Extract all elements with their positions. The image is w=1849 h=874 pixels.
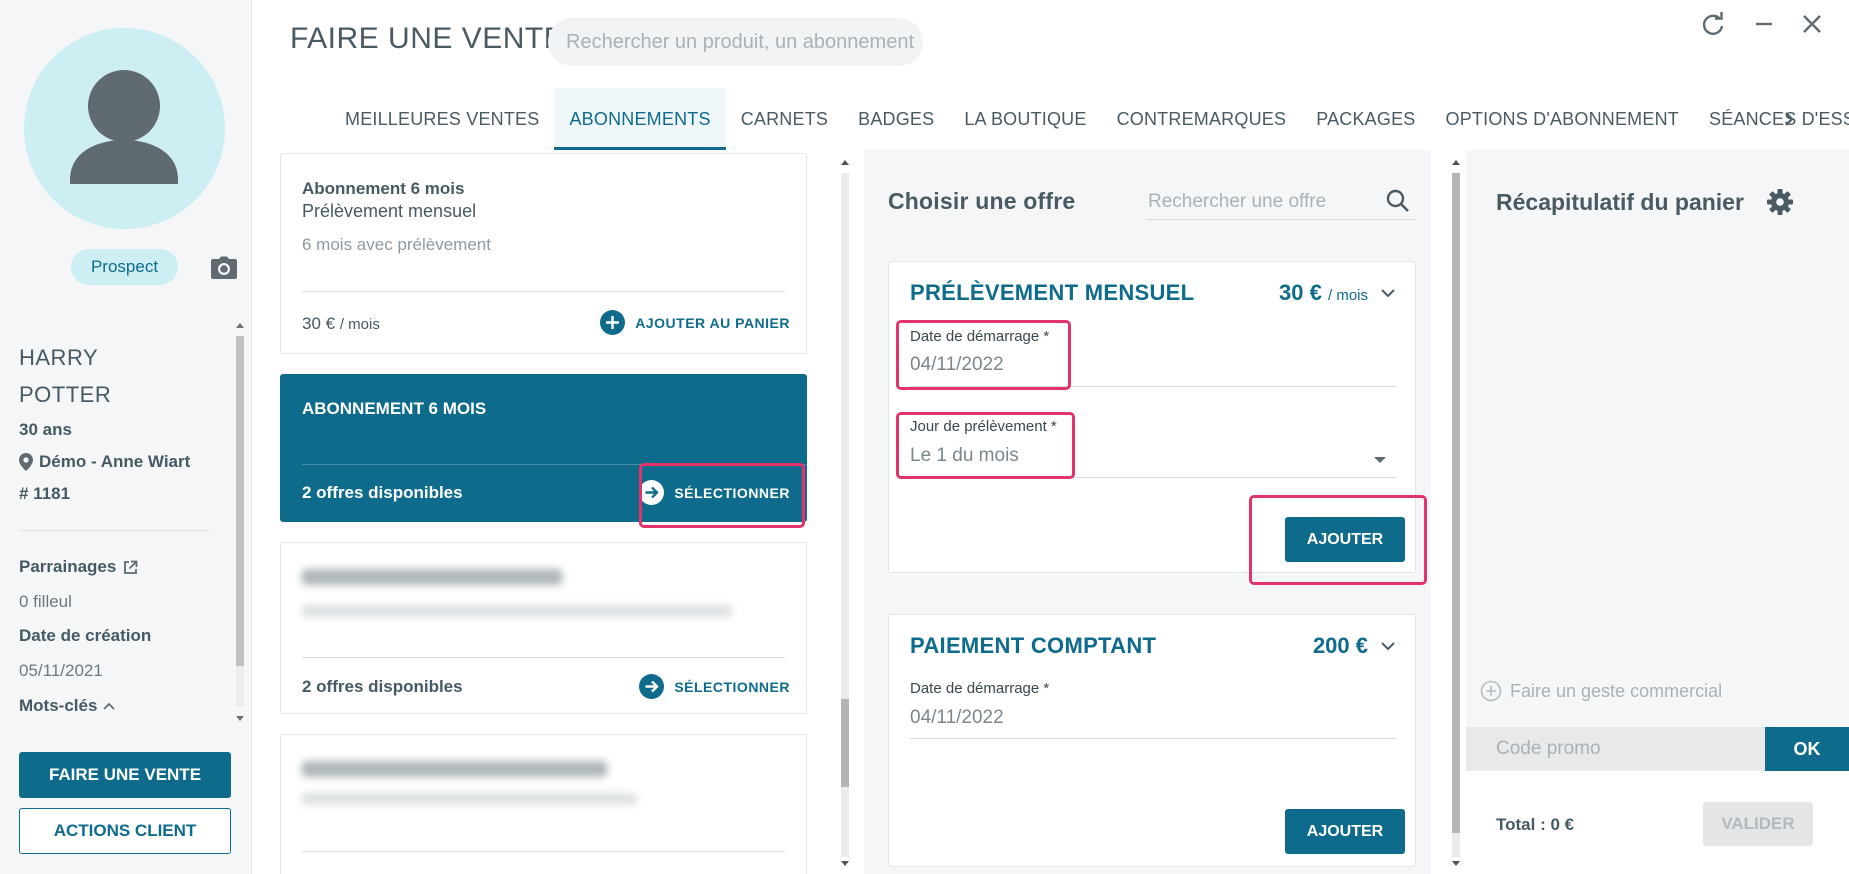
gear-icon[interactable] <box>1766 188 1794 216</box>
page-title: FAIRE UNE VENTE <box>290 22 565 55</box>
client-location-label: Démo - Anne Wiart <box>39 452 191 471</box>
minimize-icon[interactable] <box>1749 10 1779 40</box>
divider <box>302 291 785 292</box>
category-tabs: MEILLEURES VENTES ABONNEMENTS CARNETS BADGE… <box>330 88 1849 150</box>
tab-booklets[interactable]: CARNETS <box>726 88 843 150</box>
close-icon[interactable] <box>1797 10 1827 40</box>
creation-date-value: 05/11/2021 <box>19 661 103 680</box>
referrals-label: Parrainages <box>19 557 117 576</box>
client-last-name: POTTER <box>19 382 112 407</box>
offers-count: 2 offres disponibles <box>302 483 463 502</box>
arrow-right-circle-icon <box>639 674 665 699</box>
tab-subscription-options[interactable]: OPTIONS D'ABONNEMENT <box>1431 88 1694 150</box>
tab-countermarks[interactable]: CONTREMARQUES <box>1102 88 1302 150</box>
offer-search-input[interactable] <box>1146 184 1416 220</box>
status-badge: Prospect <box>71 249 178 285</box>
promo-code-input[interactable] <box>1466 727 1765 771</box>
dropdown-arrow-icon[interactable] <box>1373 452 1387 463</box>
offer-price: 30 € / mois <box>1279 280 1368 306</box>
add-to-cart-label: AJOUTER AU PANIER <box>635 314 790 331</box>
highlight-box <box>896 320 1071 390</box>
offer-price-value: 30 € <box>1279 280 1322 305</box>
chevron-down-icon[interactable] <box>1379 284 1397 302</box>
offers-scrollbar[interactable] <box>1449 153 1463 874</box>
chevron-right-icon[interactable] <box>1780 104 1800 134</box>
client-location: Démo - Anne Wiart <box>19 452 190 472</box>
referrals-value: 0 filleul <box>19 592 72 611</box>
keywords-toggle[interactable]: Mots-clés <box>19 696 116 716</box>
product-price-value: 30 € <box>302 314 336 333</box>
location-pin-icon <box>19 453 33 471</box>
offer-panel-title: Choisir une offre <box>888 188 1076 214</box>
blurred-subtitle <box>302 605 732 617</box>
product-card-blurred[interactable]: 2 offres disponibles SÉLECTIONNER <box>280 542 807 714</box>
blurred-subtitle <box>302 793 637 805</box>
highlight-box <box>639 463 805 528</box>
left-scrollbar[interactable] <box>233 318 247 726</box>
offer-price: 200 € <box>1312 633 1368 658</box>
product-price-unit: / mois <box>339 316 380 333</box>
referrals-link[interactable]: Parrainages <box>19 557 138 577</box>
start-date-label: Date de démarrage * <box>910 680 1050 697</box>
person-icon <box>70 70 178 184</box>
cart-total: Total : 0 € <box>1496 815 1575 834</box>
offer-title: PAIEMENT COMPTANT <box>910 633 1157 658</box>
highlight-box <box>896 412 1075 479</box>
promo-ok-button[interactable]: OK <box>1765 727 1849 771</box>
cart-title: Récapitulatif du panier <box>1496 189 1744 215</box>
validate-button[interactable]: VALIDER <box>1703 802 1813 846</box>
highlight-box <box>1249 495 1427 585</box>
commercial-gesture-link[interactable]: Faire un geste commercial <box>1480 680 1722 702</box>
client-first-name: HARRY <box>19 345 99 370</box>
product-card-subscription-monthly[interactable]: Abonnement 6 mois Prélèvement mensuel 6 … <box>280 153 807 354</box>
client-actions-button[interactable]: ACTIONS CLIENT <box>19 808 231 854</box>
camera-icon[interactable] <box>210 256 238 280</box>
product-card-blurred-2[interactable] <box>280 734 807 874</box>
select-label: SÉLECTIONNER <box>674 678 790 695</box>
make-sale-button[interactable]: FAIRE UNE VENTE <box>19 752 231 798</box>
commercial-gesture-label: Faire un geste commercial <box>1510 680 1723 701</box>
client-id: # 1181 <box>19 484 71 503</box>
add-cash-button[interactable]: AJOUTER <box>1285 809 1405 854</box>
external-link-icon <box>124 560 138 574</box>
avatar[interactable] <box>24 28 225 229</box>
tab-badges[interactable]: BADGES <box>843 88 949 150</box>
product-description: 6 mois avec prélèvement <box>302 235 491 254</box>
refresh-icon[interactable] <box>1698 10 1728 40</box>
product-title: ABONNEMENT 6 MOIS <box>302 399 487 418</box>
divider <box>19 530 210 531</box>
product-price: 30 € / mois <box>302 314 380 334</box>
tab-packages[interactable]: PACKAGES <box>1301 88 1430 150</box>
chevron-down-icon[interactable] <box>1379 637 1397 655</box>
blurred-title <box>302 569 562 585</box>
divider <box>302 657 785 658</box>
divider <box>302 851 785 852</box>
client-age: 30 ans <box>19 420 72 439</box>
tab-trial-sessions[interactable]: SÉANCES D'ESSA <box>1694 88 1849 150</box>
chevron-up-icon <box>103 702 116 710</box>
select-button[interactable]: SÉLECTIONNER <box>639 674 790 699</box>
search-icon[interactable] <box>1385 188 1411 214</box>
creation-date-label: Date de création <box>19 626 152 645</box>
offer-price-unit: / mois <box>1327 287 1368 304</box>
offers-count: 2 offres disponibles <box>302 677 463 696</box>
product-title: Abonnement 6 mois <box>302 179 465 198</box>
tab-shop[interactable]: LA BOUTIQUE <box>949 88 1101 150</box>
product-subtitle: Prélèvement mensuel <box>302 201 477 221</box>
add-to-cart-button[interactable]: AJOUTER AU PANIER <box>600 310 790 335</box>
blurred-title <box>302 761 607 777</box>
offer-title: PRÉLÈVEMENT MENSUEL <box>910 280 1195 305</box>
products-scrollbar[interactable] <box>838 153 852 874</box>
offer-card-cash: PAIEMENT COMPTANT 200 € Date de démarrag… <box>888 614 1416 867</box>
keywords-label: Mots-clés <box>19 696 98 715</box>
tab-best-sellers[interactable]: MEILLEURES VENTES <box>330 88 554 150</box>
product-search-input[interactable] <box>548 18 923 66</box>
plus-circle-icon <box>600 310 626 335</box>
divider <box>910 738 1397 739</box>
tab-subscriptions[interactable]: ABONNEMENTS <box>554 88 726 150</box>
plus-circle-icon <box>1480 680 1502 702</box>
start-date-field[interactable]: 04/11/2022 <box>910 707 1004 729</box>
